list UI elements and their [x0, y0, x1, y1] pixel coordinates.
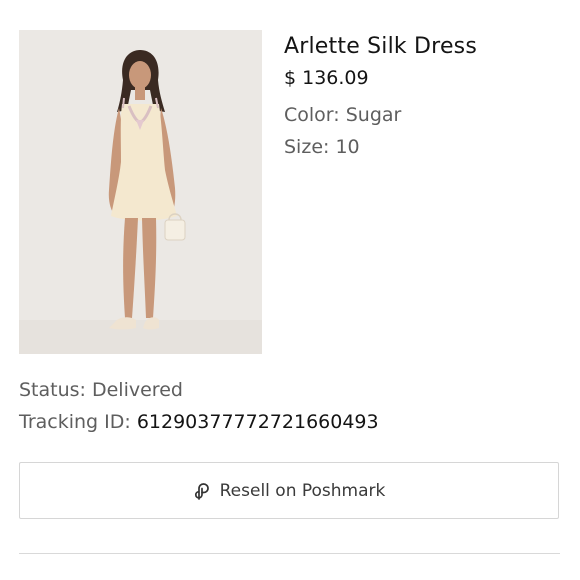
tracking-line: Tracking ID: 61290377772721660493: [19, 410, 379, 434]
product-size: Size: 10: [284, 136, 360, 158]
order-item-page: Arlette Silk Dress $ 136.09 Color: Sugar…: [0, 0, 580, 580]
order-status-block: Status: Delivered Tracking ID: 612903777…: [19, 378, 379, 434]
section-divider: [19, 553, 560, 554]
resell-button-label: Resell on Poshmark: [219, 480, 386, 501]
resell-on-poshmark-button[interactable]: Resell on Poshmark: [19, 462, 559, 519]
product-image[interactable]: [19, 30, 262, 354]
tracking-label: Tracking ID:: [19, 411, 137, 433]
order-status: Status: Delivered: [19, 379, 183, 401]
product-details: Arlette Silk Dress $ 136.09 Color: Sugar…: [284, 33, 477, 159]
poshmark-icon: [193, 482, 211, 500]
product-title[interactable]: Arlette Silk Dress: [284, 33, 477, 61]
tracking-id[interactable]: 61290377772721660493: [137, 411, 379, 433]
product-price: $ 136.09: [284, 67, 369, 89]
product-color: Color: Sugar: [284, 104, 402, 126]
